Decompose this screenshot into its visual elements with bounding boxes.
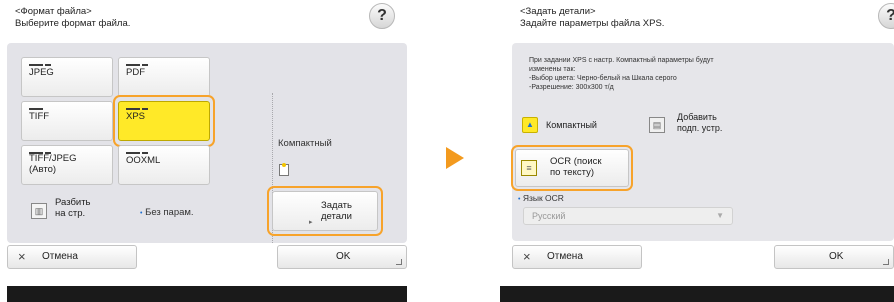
compact-label: Компактный (546, 120, 597, 130)
split-pages-icon: ▥ (31, 203, 47, 219)
panel-title: <Задать детали> (520, 6, 596, 17)
format-label: OOXML (126, 155, 161, 166)
ocr-language-heading: • Язык OCR (518, 193, 564, 203)
help-button[interactable]: ? (878, 3, 894, 29)
cancel-button[interactable]: × Отмена (512, 245, 642, 269)
chevron-down-icon: ▼ (716, 211, 724, 220)
cancel-label: Отмена (547, 251, 583, 262)
file-format-panel: <Формат файла> Выберите формат файла. ? … (7, 0, 407, 302)
format-sublabel: (Авто) (29, 164, 57, 175)
bullet-icon: • (518, 196, 521, 203)
format-jpeg-button[interactable]: JPEG (21, 57, 113, 97)
file-format-header: <Формат файла> Выберите формат файла. (15, 6, 130, 30)
no-params-label: Без парам. (145, 207, 194, 218)
compact-icon (279, 163, 289, 176)
format-tiff-jpeg-button[interactable]: TIFF/JPEG (Авто) (21, 145, 113, 185)
add-device-signature-button[interactable]: ▤ Добавить подп. устр. (645, 109, 745, 143)
xps-highlight (113, 95, 215, 147)
details-highlight (267, 186, 383, 236)
panel-subtitle: Задайте параметры файла XPS. (520, 18, 665, 29)
format-label: TIFF/JPEG (29, 153, 77, 164)
format-bar-icon (29, 64, 43, 66)
description-text: -Разрешение: 300x300 т/д (529, 84, 614, 91)
ocr-highlight (511, 145, 633, 191)
description-text: При задании XPS с настр. Компактный пара… (529, 57, 714, 64)
format-pdf-button[interactable]: PDF (118, 57, 210, 97)
bullet-icon: • (140, 210, 143, 217)
split-pages-button[interactable]: ▥ Разбить на стр. (21, 191, 117, 231)
bottom-bar (7, 286, 407, 302)
close-icon: × (523, 249, 531, 264)
format-bar-icon (45, 64, 51, 66)
format-bar-icon (142, 152, 148, 154)
description-text: -Выбор цвета: Черно-белый на Шкала серог… (529, 75, 677, 82)
cancel-label: Отмена (42, 251, 78, 262)
compact-checked-icon (522, 117, 538, 133)
format-bar-icon (45, 152, 51, 154)
format-tiff-button[interactable]: TIFF (21, 101, 113, 141)
ok-label: OK (829, 251, 844, 262)
ok-label: OK (336, 251, 351, 262)
panel-title: <Формат файла> (15, 6, 92, 17)
format-selection-area: JPEG PDF TIFF XPS TIFF/JPEG (Авто) OOXML… (7, 43, 407, 243)
no-params-text: • Без парам. (140, 207, 194, 218)
help-button[interactable]: ? (369, 3, 395, 29)
add-label: Добавить (677, 112, 717, 122)
corner-icon (883, 259, 889, 265)
compact-description: При задании XPS с настр. Компактный пара… (529, 56, 714, 92)
format-bar-icon (29, 152, 43, 154)
next-step-arrow-icon (446, 147, 464, 169)
format-bar-icon (126, 152, 140, 154)
ocr-language-value: Русский (532, 211, 566, 221)
compact-toggle[interactable]: Компактный (522, 113, 632, 139)
format-label: TIFF (29, 111, 50, 122)
split-label: на стр. (55, 208, 86, 219)
ocr-language-label: Язык OCR (522, 193, 564, 203)
format-bar-icon (142, 64, 148, 66)
ok-button[interactable]: OK (774, 245, 894, 269)
split-label: Разбить (55, 197, 91, 208)
set-details-header: <Задать детали> Задайте параметры файла … (520, 6, 664, 30)
add-label: подп. устр. (677, 123, 723, 133)
ok-button[interactable]: OK (277, 245, 407, 269)
corner-icon (396, 259, 402, 265)
panel-subtitle: Выберите формат файла. (15, 18, 131, 29)
compact-label: Компактный (278, 138, 332, 149)
cancel-button[interactable]: × Отмена (7, 245, 137, 269)
bottom-bar (500, 286, 894, 302)
close-icon: × (18, 249, 26, 264)
format-bar-icon (126, 64, 140, 66)
format-bar-icon (29, 108, 43, 110)
format-ooxml-button[interactable]: OOXML (118, 145, 210, 185)
signature-icon: ▤ (649, 117, 665, 133)
description-text: изменены так: (529, 66, 576, 73)
ocr-language-select[interactable]: Русский ▼ (523, 207, 733, 225)
format-label: PDF (126, 67, 145, 78)
format-label: JPEG (29, 67, 54, 78)
